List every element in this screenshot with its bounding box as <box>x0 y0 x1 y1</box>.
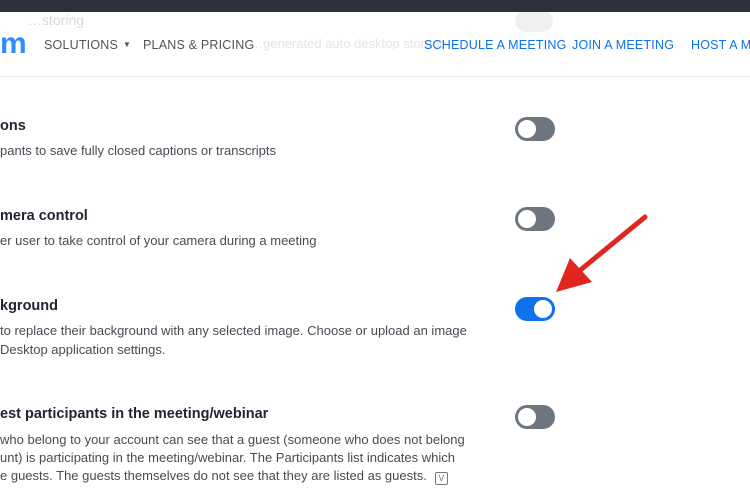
nav-schedule-meeting[interactable]: SCHEDULE A MEETING <box>424 38 567 52</box>
setting-title: kground <box>0 298 58 314</box>
toggle-knob <box>518 210 536 228</box>
nav-plans-pricing[interactable]: PLANS & PRICING <box>143 38 254 52</box>
setting-description: pants to save fully closed captions or t… <box>0 143 277 158</box>
setting-description: to replace their background with any sel… <box>0 323 467 338</box>
setting-description-text: e guests. The guests themselves do not s… <box>0 468 427 483</box>
ghost-toggle <box>515 12 553 32</box>
chevron-down-icon: ▼ <box>123 40 132 49</box>
setting-title: ons <box>0 118 26 134</box>
ghost-text: …storing <box>28 12 85 28</box>
nav-solutions-label: SOLUTIONS <box>44 38 119 52</box>
toggle-closed-captions[interactable] <box>515 117 555 141</box>
setting-title: est participants in the meeting/webinar <box>0 406 269 422</box>
nav-join-meeting[interactable]: JOIN A MEETING <box>572 38 674 52</box>
nav-host-meeting[interactable]: HOST A ME <box>691 38 750 52</box>
zoom-logo[interactable]: m <box>0 28 27 60</box>
ghost-text-secondary: …generated auto desktop storage <box>250 36 447 51</box>
setting-description: Desktop application settings. <box>0 342 166 357</box>
toggle-knob <box>518 120 536 138</box>
toggle-knob <box>534 300 552 318</box>
setting-description: er user to take control of your camera d… <box>0 233 317 248</box>
verified-icon[interactable]: V <box>434 472 448 485</box>
setting-description: e guests. The guests themselves do not s… <box>0 467 448 486</box>
window-top-bar <box>0 0 750 12</box>
setting-title: mera control <box>0 208 88 224</box>
toggle-identify-guest-participants[interactable] <box>515 405 555 429</box>
toggle-knob <box>518 408 536 426</box>
setting-description: unt) is participating in the meeting/web… <box>0 450 455 465</box>
annotation-arrow-icon <box>556 214 648 292</box>
nav-solutions[interactable]: SOLUTIONS ▼ <box>44 38 131 52</box>
setting-description: who belong to your account can see that … <box>0 432 465 447</box>
top-navigation: …storing …generated auto desktop storage… <box>0 12 750 77</box>
